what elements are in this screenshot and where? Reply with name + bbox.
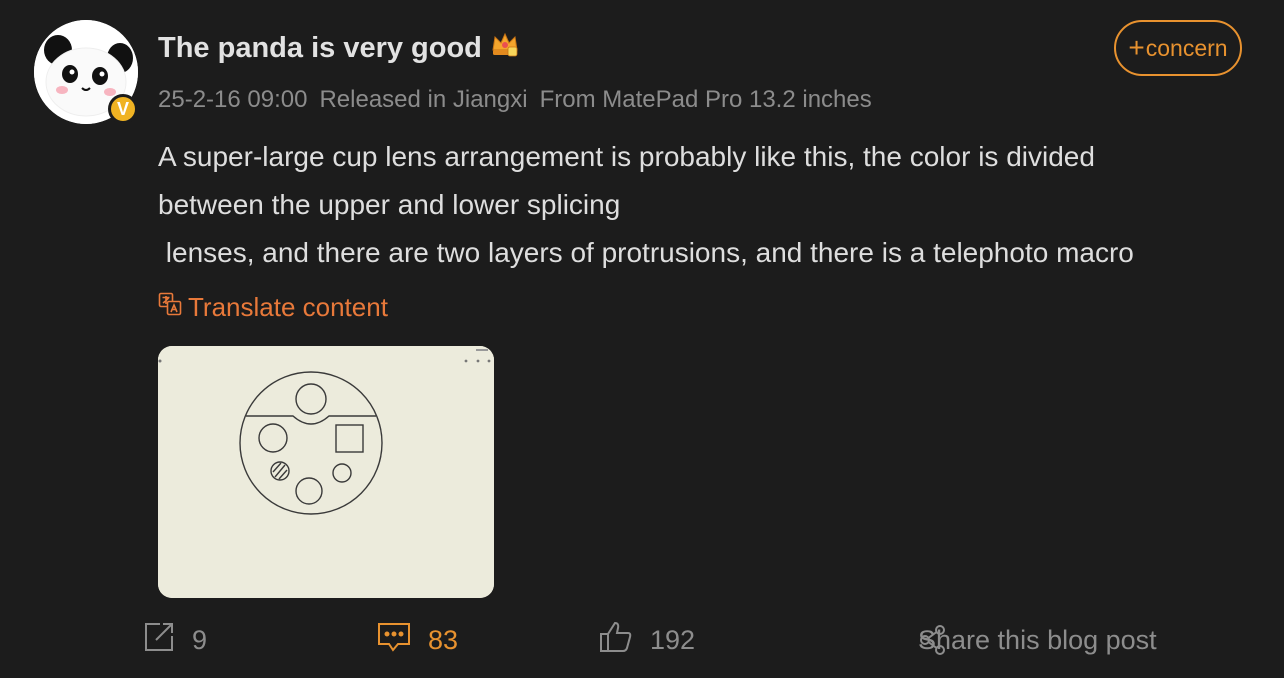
verified-badge: V xyxy=(108,94,138,124)
comment-count: 83 xyxy=(428,624,459,655)
translate-label: Translate content xyxy=(188,292,388,322)
post-device: From MatePad Pro 13.2 inches xyxy=(539,86,872,113)
comment-icon xyxy=(376,620,412,661)
follow-label: concern xyxy=(1145,34,1228,61)
post-image[interactable] xyxy=(158,346,494,598)
like-count: 192 xyxy=(650,624,696,655)
crown-badge-icon xyxy=(490,30,520,66)
plus-icon: + xyxy=(1128,32,1145,63)
follow-button[interactable]: + concern xyxy=(1114,20,1242,76)
share-icon xyxy=(918,624,948,663)
content-line: lenses, and there are two layers of prot… xyxy=(158,237,1134,268)
lens-sketch-image xyxy=(158,346,494,598)
repost-count: 9 xyxy=(192,624,208,655)
username[interactable]: The panda is very good xyxy=(158,32,482,65)
comment-button[interactable]: 83 xyxy=(376,620,458,660)
content-line: between the upper and lower splicing xyxy=(158,189,621,220)
post-location: Released in Jiangxi xyxy=(319,86,528,113)
translate-link[interactable]: Translate content xyxy=(158,292,388,323)
share-label: Share this blog post xyxy=(918,624,1157,655)
share-button[interactable]: Share this blog post xyxy=(918,620,1157,660)
post-content: A super-large cup lens arrangement is pr… xyxy=(158,133,1248,277)
post-meta: 25-2-16 09:00 Released in Jiangxi From M… xyxy=(158,86,872,114)
content-line: A super-large cup lens arrangement is pr… xyxy=(158,141,1095,172)
thumbs-up-icon xyxy=(598,620,634,661)
username-row[interactable]: The panda is very good xyxy=(158,30,520,66)
like-button[interactable]: 192 xyxy=(598,620,695,660)
post-timestamp: 25-2-16 09:00 xyxy=(158,86,308,113)
repost-icon xyxy=(142,620,176,661)
repost-button[interactable]: 9 xyxy=(142,620,207,660)
translate-icon xyxy=(158,292,182,323)
